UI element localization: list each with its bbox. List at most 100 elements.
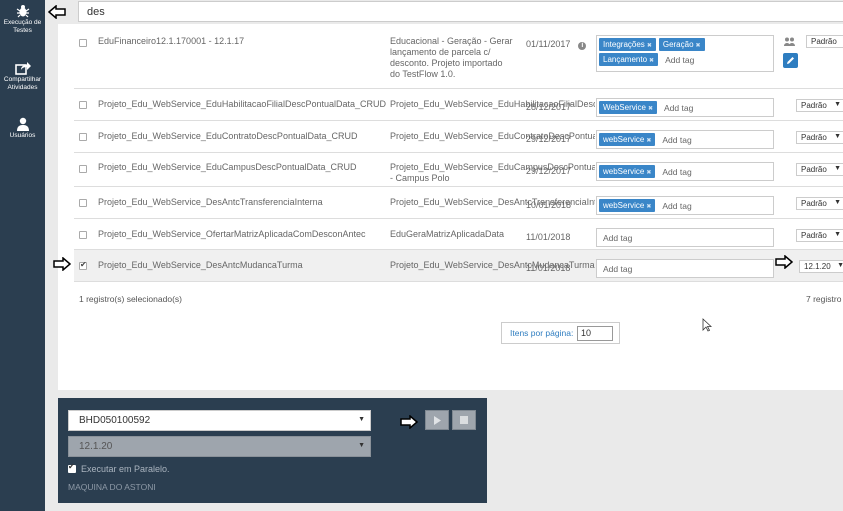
remove-tag-icon: ✖ (647, 106, 654, 112)
remove-tag-icon: ✖ (649, 58, 655, 64)
arrow-right-icon (53, 257, 71, 271)
items-per-page-label: Itens por página: (510, 328, 574, 338)
remove-tag-icon: ✖ (646, 170, 652, 176)
stop-button[interactable] (452, 410, 476, 430)
remove-tag-icon: ✖ (646, 204, 652, 210)
test-date: 11/01/2018 (526, 232, 571, 242)
test-list-panel: EduFinanceiro12.1.170001 - 12.1.17 Educa… (58, 24, 843, 390)
user-icon (14, 116, 32, 132)
sidebar: Execução de Testes Compartilhar Atividad… (0, 0, 45, 511)
play-icon (434, 415, 441, 425)
table-row[interactable]: Projeto_Edu_WebService_EduHabilitacaoFil… (74, 89, 843, 121)
remove-tag-icon: ✖ (695, 43, 701, 49)
test-date: 29/12/2017 (526, 166, 572, 176)
profile-select[interactable]: Padrão ▼ (796, 229, 843, 242)
sidebar-item-execucao-testes[interactable]: Execução de Testes (0, 3, 45, 35)
sidebar-item-label: Atividades (7, 84, 38, 91)
sidebar-item-compartilhar[interactable]: Compartilhar Atividades (0, 60, 45, 92)
test-name: Projeto_Edu_WebService_DesAntcMudancaTur… (98, 260, 303, 270)
row-checkbox[interactable] (79, 39, 87, 47)
test-description: Educacional - Geração - Gerar lançamento… (390, 36, 513, 79)
total-count: 7 registro (806, 294, 842, 304)
tag-chip[interactable]: Integrações ✖ (599, 38, 656, 51)
tag-chip[interactable]: Geração ✖ (658, 38, 705, 51)
row-checkbox[interactable] (79, 260, 87, 270)
execution-panel: BHD050100592▼ 12.1.20▼ Executar em Paral… (58, 398, 487, 503)
add-tag-placeholder[interactable]: Add tag (662, 167, 691, 177)
table-row[interactable]: Projeto_Edu_WebService_DesAntcTransferen… (74, 187, 843, 219)
tag-chip[interactable]: webService ✖ (599, 199, 656, 212)
tag-chip[interactable]: WebService ✖ (599, 101, 658, 114)
sidebar-item-label: Compartilhar (3, 76, 42, 83)
row-checkbox[interactable] (79, 199, 87, 207)
version-select-disabled: 12.1.20 ▼ (68, 436, 371, 457)
row-checkbox[interactable] (79, 133, 87, 141)
play-button[interactable] (425, 410, 449, 430)
tag-input[interactable]: Add tag (596, 228, 774, 247)
tag-input[interactable]: webService ✖ Add tag (596, 162, 774, 181)
test-name: Projeto_Edu_WebService_DesAntcTransferen… (98, 197, 323, 207)
parallel-checkbox[interactable]: Executar em Paralelo. (68, 462, 170, 474)
table-row[interactable]: Projeto_Edu_WebService_EduContratoDescPo… (74, 121, 843, 153)
table-row[interactable]: Projeto_Edu_WebService_OfertarMatrizApli… (74, 219, 843, 250)
tag-input[interactable]: Integrações ✖ Geração ✖ Lançamento ✖ Add tag (596, 35, 774, 72)
checkbox-icon (68, 462, 76, 473)
profile-select[interactable]: Padrão (806, 35, 843, 48)
table-row[interactable]: EduFinanceiro12.1.170001 - 12.1.17 Educa… (74, 29, 843, 89)
test-date: 11/01/2018 (526, 263, 571, 273)
machine-select[interactable]: BHD050100592 ▼ (68, 410, 371, 431)
row-checkbox[interactable] (79, 101, 87, 109)
test-name: EduFinanceiro12.1.170001 - 12.1.17 (98, 36, 245, 46)
sidebar-item-usuarios[interactable]: Usuários (0, 116, 45, 140)
profile-select[interactable]: Padrão ▼ (796, 197, 843, 210)
stop-icon (460, 416, 468, 424)
test-date: 01/11/2017 (526, 39, 571, 49)
add-tag-placeholder[interactable]: Add tag (662, 201, 691, 211)
table-row[interactable]: Projeto_Edu_WebService_EduCampusDescPont… (74, 153, 843, 187)
remove-tag-icon: ✖ (646, 138, 652, 144)
tag-input[interactable]: WebService ✖ Add tag (596, 98, 774, 117)
test-date: 29/12/2017 (526, 134, 572, 144)
test-name: Projeto_Edu_WebService_OfertarMatrizApli… (98, 229, 366, 239)
sidebar-item-label: Testes (13, 27, 32, 34)
tag-input[interactable]: Add tag (596, 259, 774, 278)
profile-select[interactable]: Padrão ▼ (796, 99, 843, 112)
test-date: 28/12/2017 (526, 102, 572, 112)
sidebar-item-label: Usuários (9, 132, 36, 139)
group-icon[interactable] (784, 37, 795, 48)
table-row[interactable]: Projeto_Edu_WebService_DesAntcMudancaTur… (74, 250, 843, 282)
add-tag-placeholder[interactable]: Add tag (662, 135, 691, 145)
pencil-icon (787, 57, 794, 64)
row-checkbox[interactable] (79, 231, 87, 239)
remove-tag-icon: ✖ (646, 43, 652, 49)
mouse-cursor-icon (702, 318, 712, 332)
items-per-page-input[interactable]: 10 (577, 326, 613, 341)
bug-icon (14, 3, 32, 19)
add-tag-placeholder[interactable]: Add tag (665, 55, 694, 65)
info-icon[interactable]: i (578, 42, 587, 50)
tag-chip[interactable]: Lançamento ✖ (599, 53, 659, 66)
machine-name: MAQUINA DO ASTONI (68, 482, 156, 492)
version-select[interactable]: 12.1.20 ▼ (799, 260, 843, 273)
tag-input[interactable]: webService ✖ Add tag (596, 130, 774, 149)
profile-select[interactable]: Padrão ▼ (796, 163, 843, 176)
row-checkbox[interactable] (79, 165, 87, 173)
profile-select[interactable]: Padrão ▼ (796, 131, 843, 144)
sidebar-item-label: Execução de (3, 19, 42, 26)
arrow-left-icon (48, 5, 66, 19)
tag-input[interactable]: webService ✖ Add tag (596, 196, 774, 215)
test-name: Projeto_Edu_WebService_EduCampusDescPont… (98, 162, 357, 172)
tag-chip[interactable]: webService ✖ (599, 165, 656, 178)
edit-button[interactable] (783, 53, 798, 68)
share-icon (14, 60, 32, 76)
add-tag-placeholder[interactable]: Add tag (664, 103, 693, 113)
add-tag-placeholder[interactable]: Add tag (603, 233, 632, 243)
add-tag-placeholder[interactable]: Add tag (603, 264, 632, 274)
test-name: Projeto_Edu_WebService_EduContratoDescPo… (98, 131, 358, 141)
test-name: Projeto_Edu_WebService_EduHabilitacaoFil… (98, 99, 386, 109)
tag-chip[interactable]: webService ✖ (599, 133, 656, 146)
arrow-right-icon (775, 255, 793, 269)
test-date: 10/01/2018 (526, 200, 572, 210)
search-input[interactable] (78, 1, 843, 22)
arrow-right-icon (400, 415, 418, 429)
